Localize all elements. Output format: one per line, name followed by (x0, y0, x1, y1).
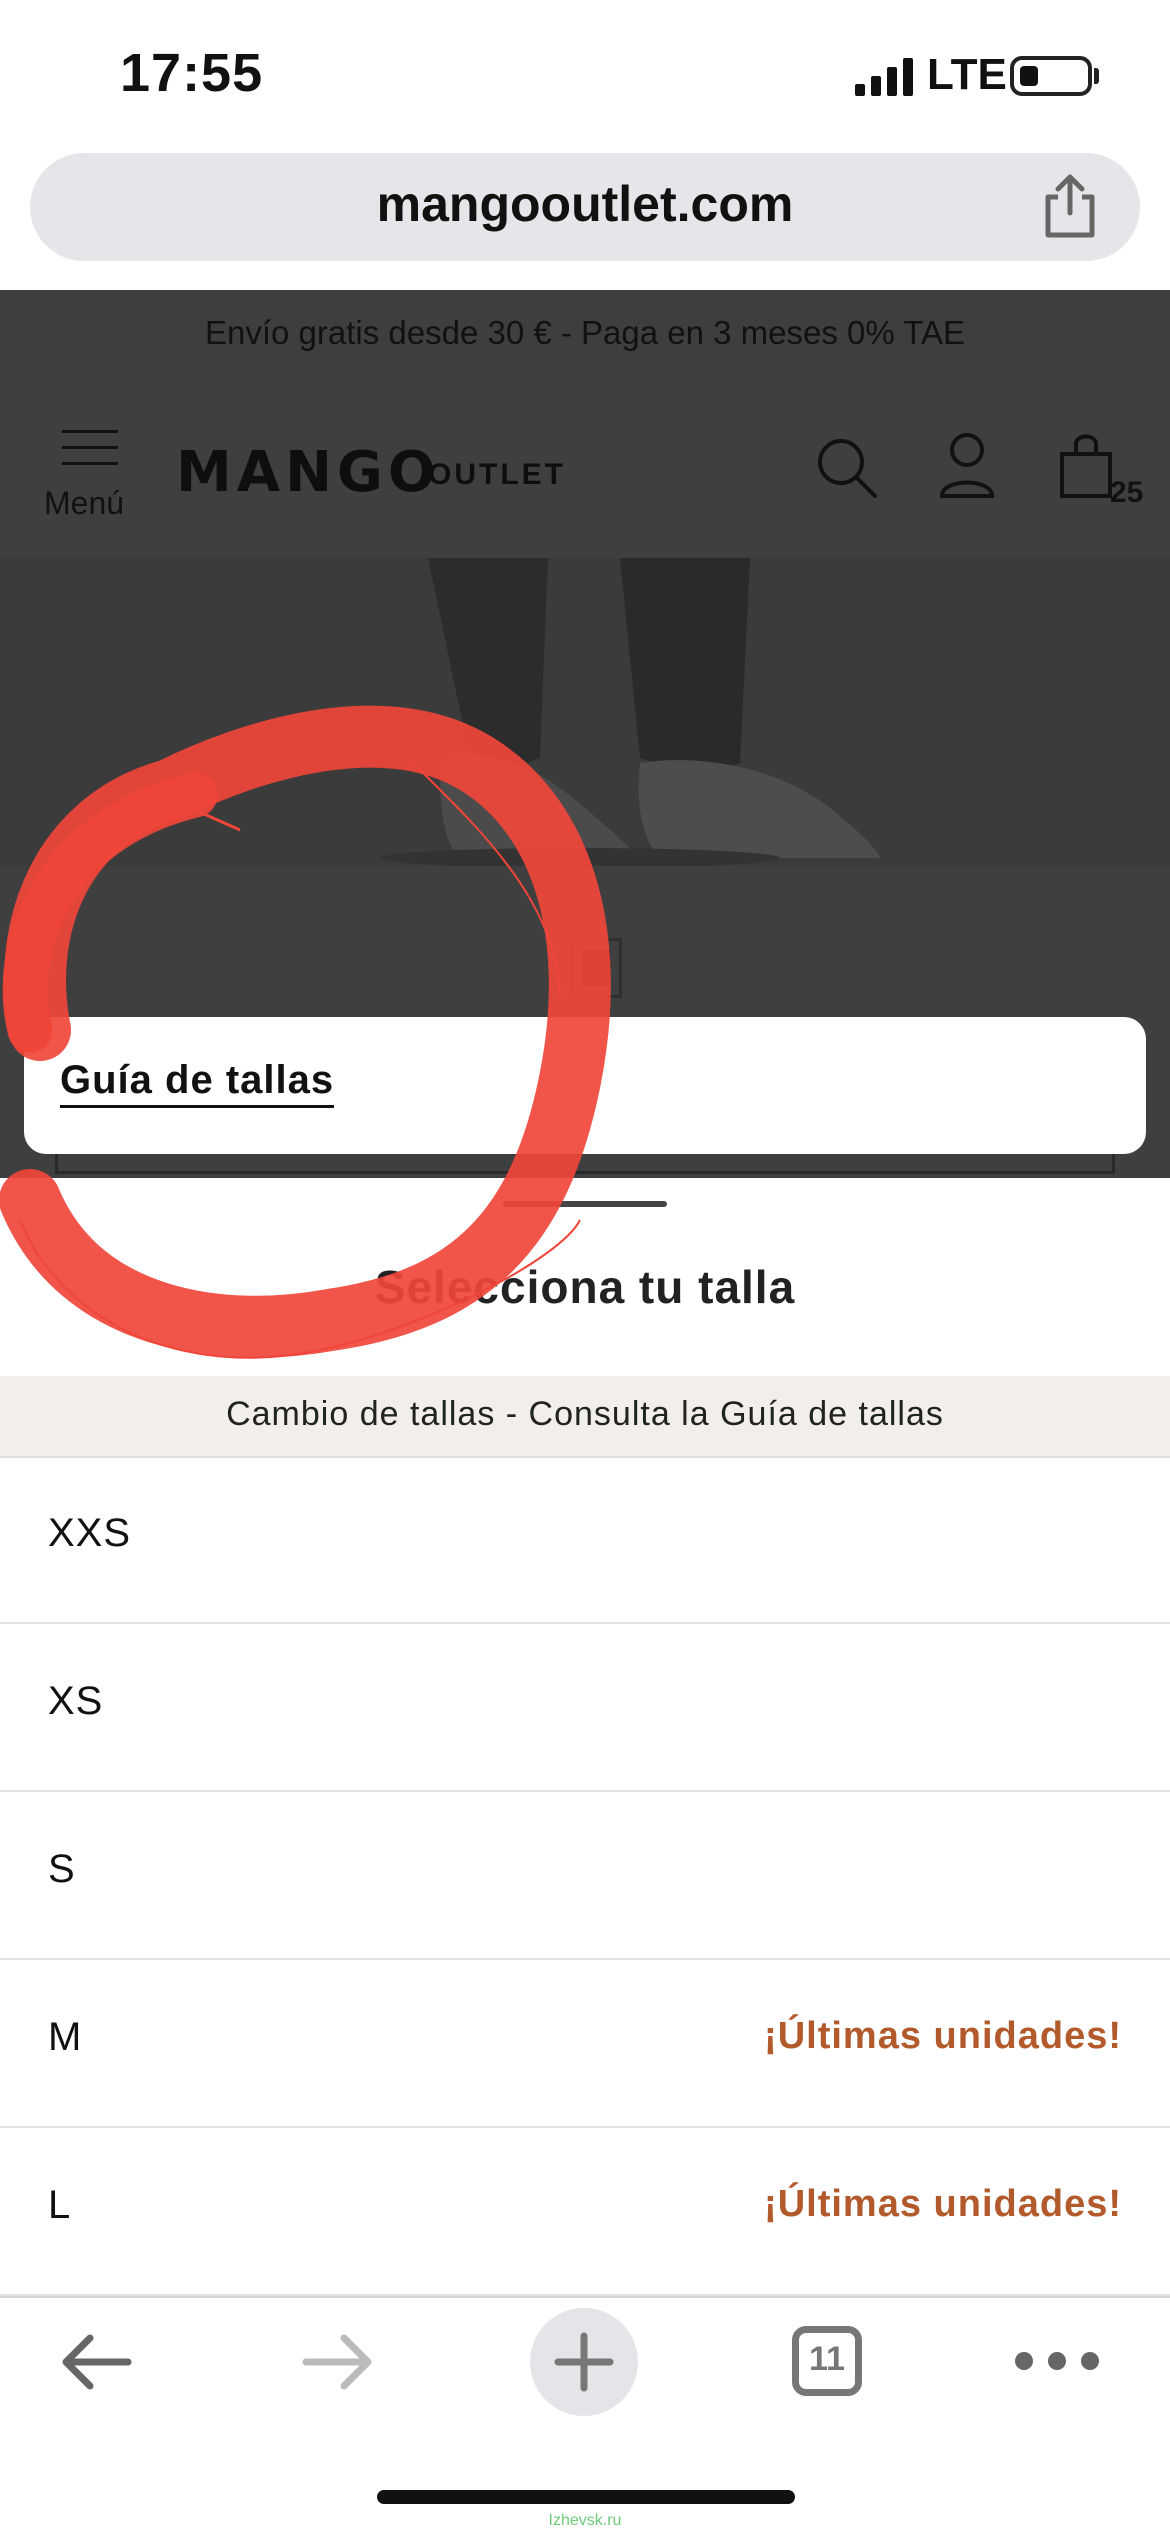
hamburger-icon[interactable] (62, 428, 118, 468)
size-option-l[interactable]: L ¡Últimas unidades! (0, 2128, 1170, 2296)
share-icon[interactable] (1040, 173, 1100, 239)
size-label: M (48, 2015, 83, 2059)
signal-icon (855, 58, 913, 96)
user-icon[interactable] (938, 432, 996, 498)
battery-level (1020, 66, 1038, 86)
color-swatch-fill (582, 950, 610, 986)
size-option-xxs[interactable]: XXS (0, 1456, 1170, 1624)
low-stock-badge: ¡Últimas unidades! (764, 2183, 1122, 2225)
cart-count: 25 (1110, 476, 1144, 509)
plus-icon[interactable] (554, 2332, 614, 2392)
brand-logo-sub[interactable]: OUTLET (428, 458, 566, 492)
status-time: 17:55 (120, 43, 264, 103)
battery-tip (1094, 68, 1099, 84)
size-label: L (48, 2183, 72, 2227)
low-stock-badge: ¡Últimas unidades! (764, 2015, 1122, 2057)
product-image (0, 558, 1170, 866)
size-option-m[interactable]: M ¡Últimas unidades! (0, 1960, 1170, 2128)
network-label: LTE (927, 50, 1007, 99)
tabs-count[interactable]: 11 (792, 2340, 862, 2379)
size-option-s[interactable]: S (0, 1792, 1170, 1960)
sheet-grabber[interactable] (503, 1201, 667, 1207)
sheet-title: Selecciona tu talla (374, 1261, 796, 1313)
more-icon[interactable] (1012, 2346, 1102, 2376)
watermark: Izhevsk.ru (548, 2512, 622, 2529)
bag-icon[interactable] (1058, 432, 1114, 498)
back-arrow-icon[interactable] (58, 2330, 132, 2394)
url-text[interactable]: mangooutlet.com (0, 175, 1170, 233)
size-label: XXS (48, 1511, 132, 1555)
size-label: S (48, 1847, 76, 1891)
size-label: XS (48, 1679, 104, 1723)
size-change-notice-text[interactable]: Cambio de tallas - Consulta la Guía de t… (0, 1395, 1170, 1434)
size-guide-link[interactable]: Guía de tallas (60, 1058, 335, 1108)
size-option-xs[interactable]: XS (0, 1624, 1170, 1792)
home-indicator (377, 2490, 795, 2504)
forward-arrow-icon[interactable] (302, 2330, 376, 2394)
search-icon[interactable] (815, 436, 879, 500)
menu-label[interactable]: Menú (44, 485, 124, 522)
brand-logo[interactable]: MANGO (176, 440, 441, 505)
promo-text: Envío gratis desde 30 € - Paga en 3 mese… (204, 314, 966, 351)
